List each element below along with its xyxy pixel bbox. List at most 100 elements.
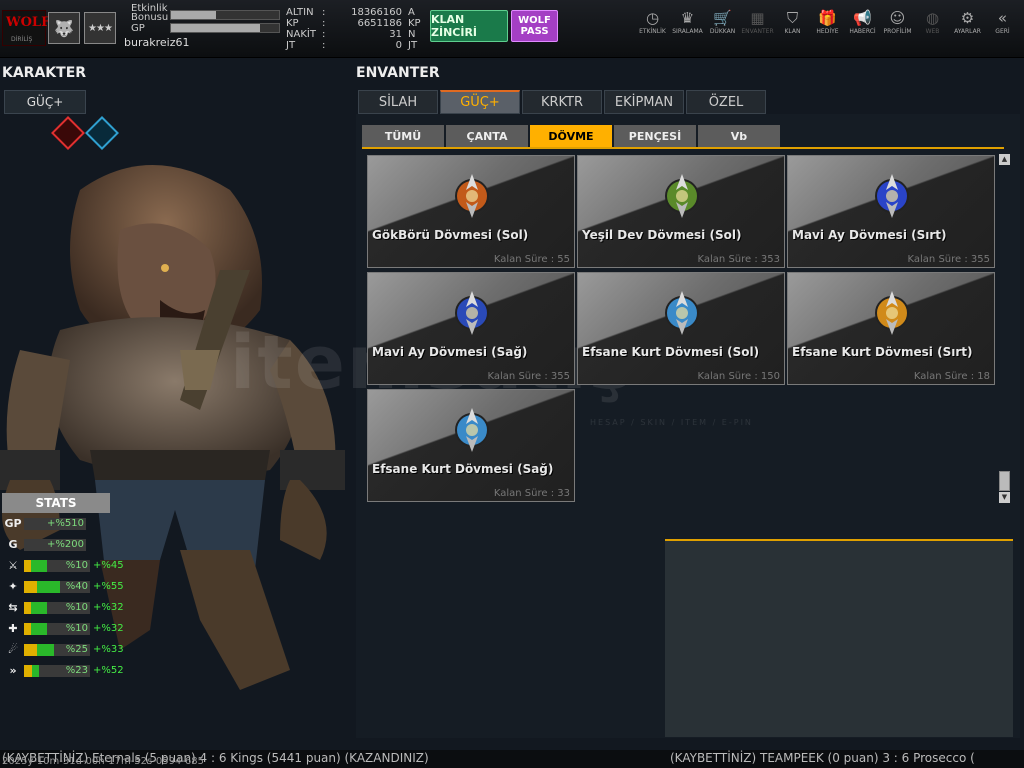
currency-value: 6651186 — [357, 18, 402, 29]
inventory-item[interactable]: Mavi Ay Dövmesi (Sağ) Kalan Süre : 355 — [367, 272, 575, 385]
item-name: Yeşil Dev Dövmesi (Sol) — [582, 228, 742, 242]
back-icon: « — [997, 9, 1008, 27]
item-name: Efsane Kurt Dövmesi (Sağ) — [372, 462, 554, 476]
stat-bar: +%200 — [24, 538, 86, 551]
inventory-item[interactable]: Efsane Kurt Dövmesi (Sol) Kalan Süre : 15… — [577, 272, 785, 385]
currency-row: KP:6651186 KP — [286, 18, 421, 29]
stat-bonus: +%52 — [93, 665, 124, 676]
attack-skill-icon[interactable] — [51, 116, 85, 150]
item-name: Mavi Ay Dövmesi (Sağ) — [372, 345, 528, 359]
clock-icon: ◷ — [645, 9, 660, 27]
stat-icon: GP — [4, 517, 22, 530]
gp-bar — [170, 23, 280, 33]
klan-zinciri-label: KLAN ZİNCİRİ — [431, 13, 478, 39]
menu-item-rank[interactable]: ♛ SIRALAMA — [670, 8, 705, 35]
menu-item-megaphone[interactable]: 📢 HABERCİ — [845, 8, 880, 35]
currency-label: JT — [286, 40, 296, 51]
menu-item-profile[interactable]: ☺ PROFİLİM — [880, 8, 915, 35]
stat-row: G +%200 — [2, 534, 126, 555]
currency-label: NAKİT — [286, 29, 316, 40]
item-name: Efsane Kurt Dövmesi (Sol) — [582, 345, 760, 359]
stat-row: ⚔ %10 +%45 — [2, 555, 126, 576]
menu-item-label: SIRALAMA — [672, 28, 703, 35]
menu-item-label: HABERCİ — [849, 28, 876, 35]
menu-item-label: ENVANTER — [741, 28, 774, 35]
currency-row: JT:0 JT — [286, 40, 422, 51]
item-remaining-time: Kalan Süre : 355 — [907, 254, 990, 265]
profile-icon: ☺ — [889, 9, 906, 27]
item-remaining-time: Kalan Süre : 33 — [493, 488, 570, 499]
inventory-item[interactable]: GökBörü Dövmesi (Sol) Kalan Süre : 55 — [367, 155, 575, 268]
klan-zinciri-button[interactable]: KLAN ZİNCİRİ — [430, 10, 508, 42]
stat-row: » %23 +%52 — [2, 660, 126, 681]
inventory-item[interactable]: Efsane Kurt Dövmesi (Sırt) Kalan Süre : 1… — [787, 272, 995, 385]
wolf-pass-button[interactable]: WOLF PASS — [511, 10, 558, 42]
stat-icon: G — [8, 538, 18, 551]
envanter-main-tabs: SİLAH GÜÇ+ KRKTR EKİPMAN ÖZEL — [358, 90, 768, 114]
rank-stars-icon: ★★★ — [84, 12, 116, 44]
scroll-down-button[interactable]: ▼ — [999, 492, 1010, 503]
menu-item-globe[interactable]: ◍ WEB — [915, 8, 950, 35]
tab--zel[interactable]: ÖZEL — [686, 90, 766, 114]
menu-item-clock[interactable]: ◷ ETKİNLİK — [635, 8, 670, 35]
menu-item-label: KLAN — [784, 28, 801, 35]
item-name: Mavi Ay Dövmesi (Sırt) — [792, 228, 947, 242]
stat-value: %10 — [65, 559, 88, 571]
stat-value: %25 — [65, 643, 88, 655]
menu-item-cart[interactable]: 🛒 DÜKKAN — [705, 8, 740, 35]
menu-item-gear[interactable]: ⚙ AYARLAR — [950, 8, 985, 35]
subtab-3[interactable]: DÖVME — [530, 125, 612, 147]
stat-bonus: +%32 — [93, 623, 124, 634]
item-detail-panel — [665, 539, 1013, 737]
bonusu-label: Bonusu — [131, 12, 169, 23]
inventory-item[interactable]: Mavi Ay Dövmesi (Sırt) Kalan Süre : 355 — [787, 155, 995, 268]
stat-bar: %23 — [24, 664, 90, 677]
subtab-2[interactable]: ÇANTA — [446, 125, 528, 147]
stat-icon: ☄ — [8, 643, 18, 656]
currency-panel: ALTIN:18366160 A KP:6651186 KP NAKİT:31 N JT:0… — [286, 7, 422, 51]
scrollbar-thumb[interactable] — [999, 471, 1010, 491]
menu-item-shield[interactable]: ⛉ KLAN — [775, 8, 810, 35]
inventory-item[interactable]: Efsane Kurt Dövmesi (Sağ) Kalan Süre : 33 — [367, 389, 575, 502]
menu-item-label: DÜKKAN — [709, 28, 736, 35]
wolf-pass-label-2: PASS — [520, 26, 549, 37]
tattoo-icon — [455, 174, 489, 218]
megaphone-icon: 📢 — [853, 9, 872, 27]
scroll-up-button[interactable]: ▲ — [999, 154, 1010, 165]
menu-item-back[interactable]: «GERİ — [985, 8, 1020, 35]
subtab-5[interactable]: Vb — [698, 125, 780, 147]
tattoo-icon — [455, 408, 489, 452]
gp-label: GP — [131, 23, 145, 34]
stat-row: ☄ %25 +%33 — [2, 639, 126, 660]
tab-eki-pman[interactable]: EKİPMAN — [604, 90, 684, 114]
subtab-4[interactable]: PENÇESİ — [614, 125, 696, 147]
inventory-item[interactable]: Yeşil Dev Dövmesi (Sol) Kalan Süre : 353 — [577, 155, 785, 268]
shield-icon: ⛉ — [786, 9, 799, 27]
subtab-1[interactable]: TÜMÜ — [362, 125, 444, 147]
etkinlik-bonus-bar — [170, 10, 280, 20]
item-remaining-time: Kalan Süre : 18 — [913, 371, 990, 382]
menu-item-inventory[interactable]: ▦ ENVANTER — [740, 8, 775, 35]
globe-icon: ◍ — [925, 9, 940, 27]
tattoo-icon — [665, 291, 699, 335]
item-name: Efsane Kurt Dövmesi (Sırt) — [792, 345, 973, 359]
currency-value: 0 — [395, 40, 402, 51]
inventory-icon: ▦ — [750, 9, 765, 27]
tab-guc-plus[interactable]: GÜÇ+ — [4, 90, 86, 114]
agility-skill-icon[interactable] — [85, 116, 119, 150]
gear-icon: ⚙ — [960, 9, 975, 27]
tab-krktr[interactable]: KRKTR — [522, 90, 602, 114]
ticker-text-right: (KAYBETTİNİZ) TEAMPEEK (0 puan) 3 : 6 Pr… — [670, 751, 975, 765]
menu-item-label: HEDİYE — [816, 28, 839, 35]
item-remaining-time: Kalan Süre : 353 — [697, 254, 780, 265]
stats-panel: STATS GP +%510 G +%200 ⚔ %10 +%45 ✦ %40 +%55 ⇆ %10 +… — [2, 493, 126, 681]
avatar[interactable]: 🐺 — [48, 12, 80, 44]
cart-icon: 🛒 — [713, 9, 732, 27]
currency-row: NAKİT:31 N — [286, 29, 422, 40]
envanter-sub-tabs: TÜMÜ ÇANTA DÖVME PENÇESİ Vb — [362, 125, 782, 147]
currency-unit: N — [408, 29, 416, 40]
currency-unit: KP — [408, 18, 421, 29]
tab-si-lah[interactable]: SİLAH — [358, 90, 438, 114]
tab-g-[interactable]: GÜÇ+ — [440, 90, 520, 114]
menu-item-gift[interactable]: 🎁 HEDİYE — [810, 8, 845, 35]
